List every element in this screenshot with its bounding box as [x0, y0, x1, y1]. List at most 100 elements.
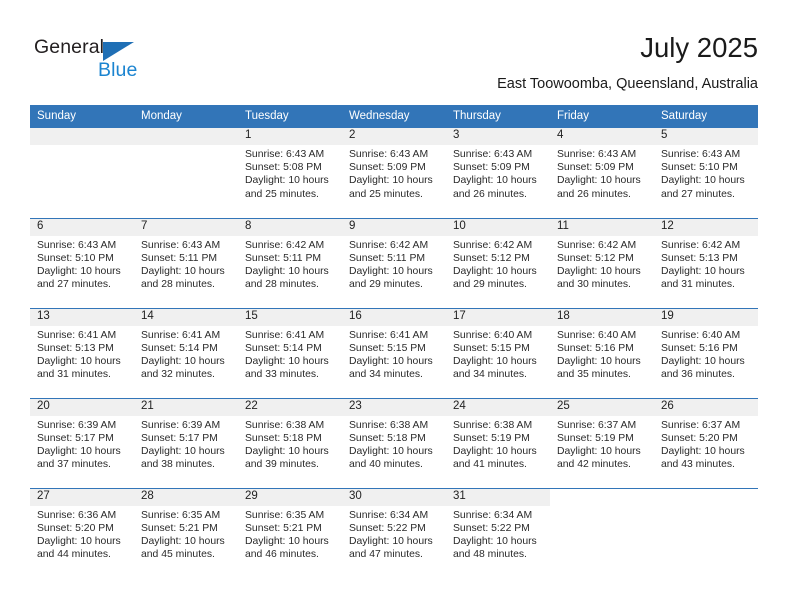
- daylight-duration: Daylight: 10 hours: [661, 355, 745, 367]
- sunset-time: Sunset: 5:10 PM: [661, 162, 738, 174]
- calendar-day-cell[interactable]: 20 Sunrise: 6:39 AM Sunset: 5:17 PM Dayligh…: [30, 397, 134, 488]
- daylight-duration: and 27 minutes.: [661, 188, 735, 200]
- calendar-day-cell[interactable]: 29 Sunrise: 6:35 AM Sunset: 5:21 PM Dayligh…: [238, 487, 342, 578]
- sun-times-details: Sunrise: 6:37 AM Sunset: 5:20 PM Daylight:…: [654, 416, 758, 472]
- generalblue-logo[interactable]: General Blue: [34, 36, 154, 88]
- sunset-time: Sunset: 5:20 PM: [37, 522, 114, 534]
- daylight-duration: Daylight: 10 hours: [453, 265, 537, 277]
- sunset-time: Sunset: 5:18 PM: [349, 432, 426, 444]
- sunrise-time: Sunrise: 6:42 AM: [349, 239, 429, 251]
- daylight-duration: Daylight: 10 hours: [661, 265, 745, 277]
- calendar-day-cell[interactable]: 17 Sunrise: 6:40 AM Sunset: 5:15 PM Dayligh…: [446, 307, 550, 398]
- sun-times-details: Sunrise: 6:41 AM Sunset: 5:14 PM Daylight:…: [238, 326, 342, 382]
- sun-times-details: Sunrise: 6:34 AM Sunset: 5:22 PM Daylight:…: [446, 506, 550, 562]
- calendar-day-cell[interactable]: 5 Sunrise: 6:43 AM Sunset: 5:10 PM Daylight…: [654, 128, 758, 218]
- sun-times-details: Sunrise: 6:38 AM Sunset: 5:19 PM Daylight:…: [446, 416, 550, 472]
- sunset-time: Sunset: 5:22 PM: [349, 522, 426, 534]
- calendar-day-cell[interactable]: 31 Sunrise: 6:34 AM Sunset: 5:22 PM Dayligh…: [446, 487, 550, 578]
- calendar-day-cell[interactable]: 7 Sunrise: 6:43 AM Sunset: 5:11 PM Daylight…: [134, 217, 238, 308]
- daylight-duration: Daylight: 10 hours: [245, 445, 329, 457]
- calendar-day-cell[interactable]: 12 Sunrise: 6:42 AM Sunset: 5:13 PM Dayligh…: [654, 217, 758, 308]
- calendar-day-cell[interactable]: 4 Sunrise: 6:43 AM Sunset: 5:09 PM Daylight…: [550, 128, 654, 218]
- calendar-day-cell[interactable]: 8 Sunrise: 6:42 AM Sunset: 5:11 PM Daylight…: [238, 217, 342, 308]
- day-number: 14: [134, 308, 238, 326]
- calendar-day-cell[interactable]: 9 Sunrise: 6:42 AM Sunset: 5:11 PM Daylight…: [342, 217, 446, 308]
- calendar-day-cell[interactable]: 6 Sunrise: 6:43 AM Sunset: 5:10 PM Daylight…: [30, 217, 134, 308]
- sunset-time: Sunset: 5:18 PM: [245, 432, 322, 444]
- sunset-time: Sunset: 5:09 PM: [557, 162, 634, 174]
- calendar-week-row: 13 Sunrise: 6:41 AM Sunset: 5:13 PM Dayligh…: [30, 307, 758, 398]
- calendar-day-cell[interactable]: 25 Sunrise: 6:37 AM Sunset: 5:19 PM Dayligh…: [550, 397, 654, 488]
- calendar-day-cell[interactable]: 26 Sunrise: 6:37 AM Sunset: 5:20 PM Dayligh…: [654, 397, 758, 488]
- calendar-day-cell[interactable]: 30 Sunrise: 6:34 AM Sunset: 5:22 PM Dayligh…: [342, 487, 446, 578]
- sun-times-details: Sunrise: 6:43 AM Sunset: 5:09 PM Daylight:…: [342, 145, 446, 201]
- sunset-time: Sunset: 5:15 PM: [349, 342, 426, 354]
- day-number: 3: [446, 128, 550, 145]
- sunrise-time: Sunrise: 6:43 AM: [141, 239, 221, 251]
- sun-times-details: Sunrise: 6:35 AM Sunset: 5:21 PM Daylight:…: [134, 506, 238, 562]
- calendar-empty-cell: [550, 487, 654, 578]
- daylight-duration: and 31 minutes.: [661, 279, 735, 291]
- calendar-day-cell[interactable]: 10 Sunrise: 6:42 AM Sunset: 5:12 PM Dayligh…: [446, 217, 550, 308]
- daylight-duration: and 26 minutes.: [453, 188, 527, 200]
- calendar-day-cell[interactable]: 28 Sunrise: 6:35 AM Sunset: 5:21 PM Dayligh…: [134, 487, 238, 578]
- sun-times-details: Sunrise: 6:42 AM Sunset: 5:12 PM Daylight:…: [446, 236, 550, 292]
- sunset-time: Sunset: 5:13 PM: [37, 342, 114, 354]
- daylight-duration: and 37 minutes.: [37, 459, 111, 471]
- sunrise-time: Sunrise: 6:40 AM: [557, 329, 637, 341]
- calendar-day-cell[interactable]: 2 Sunrise: 6:43 AM Sunset: 5:09 PM Daylight…: [342, 128, 446, 218]
- sun-times-details: Sunrise: 6:43 AM Sunset: 5:11 PM Daylight:…: [134, 236, 238, 292]
- daylight-duration: Daylight: 10 hours: [349, 535, 433, 547]
- calendar-day-cell[interactable]: 15 Sunrise: 6:41 AM Sunset: 5:14 PM Dayligh…: [238, 307, 342, 398]
- calendar-day-cell[interactable]: 24 Sunrise: 6:38 AM Sunset: 5:19 PM Dayligh…: [446, 397, 550, 488]
- sunrise-time: Sunrise: 6:37 AM: [557, 419, 637, 431]
- calendar-day-cell[interactable]: 23 Sunrise: 6:38 AM Sunset: 5:18 PM Dayligh…: [342, 397, 446, 488]
- daylight-duration: and 25 minutes.: [349, 188, 423, 200]
- sunset-time: Sunset: 5:11 PM: [245, 252, 322, 264]
- day-number: 11: [550, 218, 654, 236]
- sunrise-time: Sunrise: 6:38 AM: [453, 419, 533, 431]
- day-number: 22: [238, 398, 342, 416]
- daylight-duration: and 25 minutes.: [245, 188, 319, 200]
- sun-times-details: Sunrise: 6:38 AM Sunset: 5:18 PM Daylight:…: [238, 416, 342, 472]
- sunset-time: Sunset: 5:13 PM: [661, 252, 738, 264]
- calendar-day-cell[interactable]: 14 Sunrise: 6:41 AM Sunset: 5:14 PM Dayligh…: [134, 307, 238, 398]
- calendar-week-row: 6 Sunrise: 6:43 AM Sunset: 5:10 PM Daylight…: [30, 217, 758, 308]
- calendar-day-cell[interactable]: 21 Sunrise: 6:39 AM Sunset: 5:17 PM Dayligh…: [134, 397, 238, 488]
- day-number: [134, 128, 238, 145]
- daylight-duration: Daylight: 10 hours: [453, 175, 537, 187]
- daylight-duration: and 33 minutes.: [245, 369, 319, 381]
- day-number: 28: [134, 488, 238, 506]
- sunset-time: Sunset: 5:14 PM: [141, 342, 218, 354]
- sun-times-details: Sunrise: 6:36 AM Sunset: 5:20 PM Daylight:…: [30, 506, 134, 562]
- daylight-duration: Daylight: 10 hours: [245, 265, 329, 277]
- daylight-duration: and 34 minutes.: [453, 369, 527, 381]
- sunset-time: Sunset: 5:21 PM: [141, 522, 218, 534]
- day-number: 23: [342, 398, 446, 416]
- sunrise-time: Sunrise: 6:41 AM: [141, 329, 221, 341]
- day-number: 9: [342, 218, 446, 236]
- daylight-duration: and 29 minutes.: [453, 279, 527, 291]
- daylight-duration: and 31 minutes.: [37, 369, 111, 381]
- calendar-day-cell[interactable]: 19 Sunrise: 6:40 AM Sunset: 5:16 PM Dayligh…: [654, 307, 758, 398]
- calendar-grid: Sunday Monday Tuesday Wednesday Thursday…: [30, 105, 758, 578]
- sunrise-time: Sunrise: 6:43 AM: [557, 149, 637, 160]
- calendar-day-cell[interactable]: 1 Sunrise: 6:43 AM Sunset: 5:08 PM Daylight…: [238, 128, 342, 218]
- sunset-time: Sunset: 5:09 PM: [453, 162, 530, 174]
- calendar-empty-cell: [654, 487, 758, 578]
- sunrise-time: Sunrise: 6:38 AM: [245, 419, 325, 431]
- sunset-time: Sunset: 5:10 PM: [37, 252, 114, 264]
- calendar-day-cell[interactable]: 22 Sunrise: 6:38 AM Sunset: 5:18 PM Dayligh…: [238, 397, 342, 488]
- daylight-duration: Daylight: 10 hours: [37, 535, 121, 547]
- calendar-day-cell[interactable]: 27 Sunrise: 6:36 AM Sunset: 5:20 PM Dayligh…: [30, 487, 134, 578]
- day-number: [654, 488, 758, 506]
- calendar-empty-cell: [134, 128, 238, 218]
- calendar-day-cell[interactable]: 3 Sunrise: 6:43 AM Sunset: 5:09 PM Daylight…: [446, 128, 550, 218]
- sunrise-time: Sunrise: 6:39 AM: [37, 419, 117, 431]
- calendar-day-cell[interactable]: 13 Sunrise: 6:41 AM Sunset: 5:13 PM Dayligh…: [30, 307, 134, 398]
- calendar-day-cell[interactable]: 16 Sunrise: 6:41 AM Sunset: 5:15 PM Dayligh…: [342, 307, 446, 398]
- calendar-day-cell[interactable]: 18 Sunrise: 6:40 AM Sunset: 5:16 PM Dayligh…: [550, 307, 654, 398]
- daylight-duration: and 34 minutes.: [349, 369, 423, 381]
- calendar-day-cell[interactable]: 11 Sunrise: 6:42 AM Sunset: 5:12 PM Dayligh…: [550, 217, 654, 308]
- sun-times-details: Sunrise: 6:42 AM Sunset: 5:11 PM Daylight:…: [342, 236, 446, 292]
